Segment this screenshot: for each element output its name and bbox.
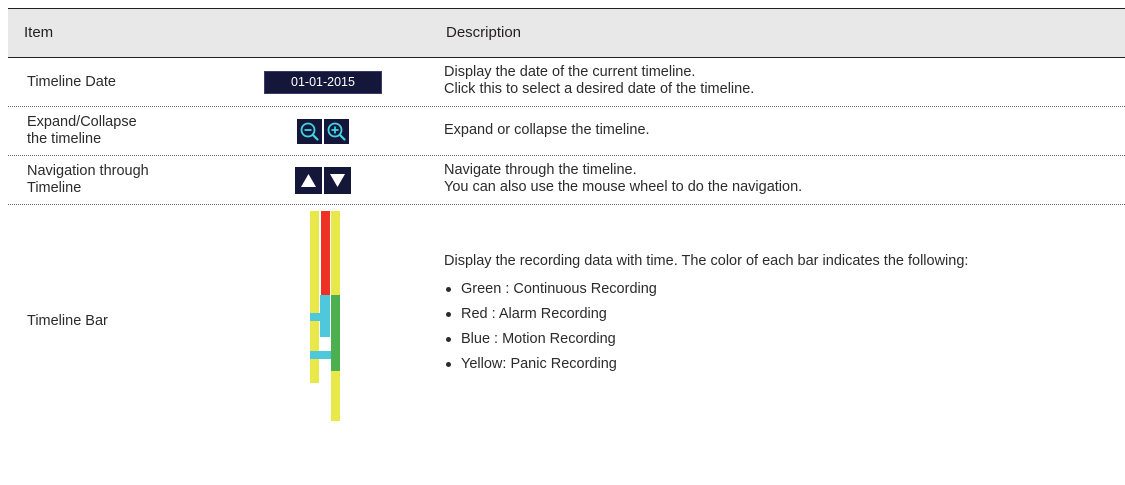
timeline-date-button[interactable]: 01-01-2015 [264, 70, 382, 94]
arrow-down-icon [330, 173, 345, 187]
description-line: Display the recording data with time. Th… [444, 253, 969, 269]
arrow-up-icon [301, 173, 316, 187]
nav-button-group [295, 166, 351, 194]
table-header: Item Description [8, 8, 1125, 58]
description-expand-collapse: Expand or collapse the timeline. [444, 122, 650, 139]
item-label-line: the timeline [27, 131, 102, 147]
icon-cell [213, 118, 433, 144]
legend-item-green: Green : Continuous Recording [444, 281, 968, 298]
table-row: Navigation through Timeline Navigate thr… [8, 156, 1125, 205]
description-navigation: Navigate through the timeline. You can a… [444, 162, 802, 196]
item-timeline-bar: Timeline Bar [27, 313, 108, 329]
header-item-label: Item [24, 24, 54, 41]
recording-color-legend: Green : Continuous Recording Red : Alarm… [444, 281, 968, 373]
table-row: Timeline Date 01-01-2015 Display the dat… [8, 58, 1125, 107]
description-line: Expand or collapse the timeline. [444, 122, 650, 138]
item-description-table: Item Description Timeline Date 01-01-201… [8, 8, 1125, 435]
description-line: Click this to select a desired date of t… [444, 81, 755, 97]
description-line: Navigate through the timeline. [444, 162, 637, 178]
legend-item-red: Red : Alarm Recording [444, 306, 968, 323]
zoom-out-icon [300, 122, 319, 141]
zoom-in-icon [327, 122, 346, 141]
navigate-up-button[interactable] [295, 166, 322, 194]
description-timeline-bar: Display the recording data with time. Th… [444, 253, 968, 381]
description-timeline-date: Display the date of the current timeline… [444, 64, 754, 98]
timeline-bar-green [331, 295, 340, 371]
item-label-line: Timeline [27, 180, 82, 196]
timeline-bar-graphic [310, 211, 340, 421]
table-row: Expand/Collapse the timeline Expand or c… [8, 107, 1125, 156]
icon-cell [213, 205, 433, 435]
item-timeline-date: Timeline Date [27, 74, 116, 90]
zoom-out-button[interactable] [297, 118, 322, 144]
icon-cell [213, 166, 433, 194]
legend-item-yellow: Yellow: Panic Recording [444, 356, 968, 373]
timeline-bar-blue-horizontal-bottom [310, 351, 331, 359]
icon-cell: 01-01-2015 [213, 70, 433, 94]
item-navigation: Navigation through Timeline [27, 163, 149, 197]
item-label-line: Navigation through [27, 163, 149, 179]
timeline-bar-blue-horizontal-top [310, 313, 325, 321]
table-row: Timeline Bar Display the recording data … [8, 205, 1125, 435]
navigate-down-button[interactable] [324, 166, 351, 194]
item-expand-collapse: Expand/Collapse the timeline [27, 114, 137, 148]
header-description-label: Description [446, 24, 522, 41]
page: Item Description Timeline Date 01-01-201… [0, 0, 1125, 485]
zoom-button-group [297, 118, 349, 144]
description-line: Display the date of the current timeline… [444, 64, 696, 80]
description-line: You can also use the mouse wheel to do t… [444, 179, 803, 195]
legend-item-blue: Blue : Motion Recording [444, 331, 968, 348]
zoom-in-button[interactable] [324, 118, 349, 144]
item-label-line: Expand/Collapse [27, 114, 137, 130]
